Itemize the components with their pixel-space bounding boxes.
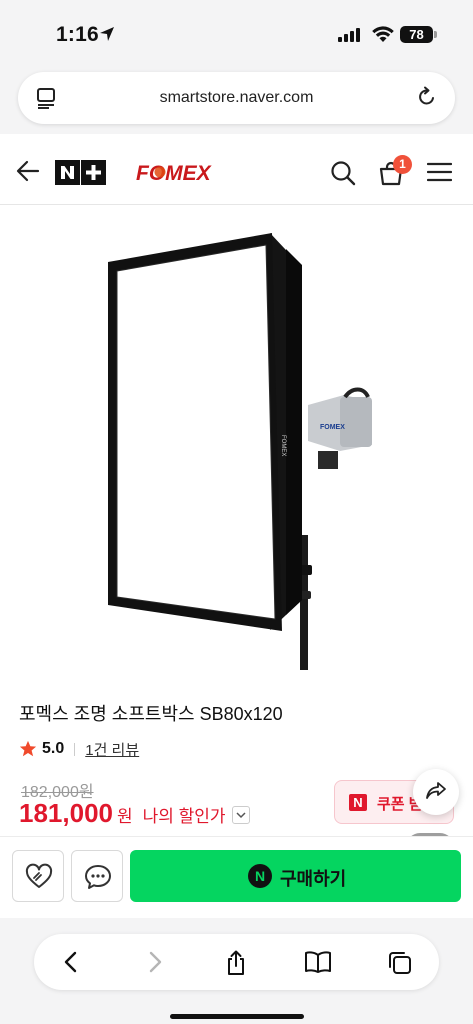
product-image[interactable]: FOMEX FOMEX 2 / 2 xyxy=(0,205,473,861)
back-arrow-icon[interactable] xyxy=(16,160,40,182)
chat-bubble-icon xyxy=(85,865,111,889)
cart-count-badge: 1 xyxy=(393,155,412,174)
hamburger-menu-icon[interactable] xyxy=(427,162,452,182)
heart-icon xyxy=(25,863,53,888)
lamp-label: FOMEX xyxy=(320,424,345,431)
bookmarks-book-icon[interactable] xyxy=(304,950,332,974)
rating-row: 5.0 1건 리뷰 xyxy=(19,738,139,760)
browser-back-icon[interactable] xyxy=(60,950,84,974)
address-bar[interactable]: smartstore.naver.com xyxy=(18,72,455,124)
price-currency: 원 xyxy=(116,807,133,826)
naver-plus-logo-mark xyxy=(55,160,106,185)
battery-cap xyxy=(434,31,437,38)
chevron-down-icon xyxy=(236,812,246,819)
review-count-link[interactable]: 1건 리뷰 xyxy=(85,739,139,760)
fomex-logo-text: FOMEX xyxy=(136,162,213,184)
svg-text:FOMEX: FOMEX xyxy=(280,435,286,456)
browser-forward-icon[interactable] xyxy=(142,950,166,974)
url-text[interactable]: smartstore.naver.com xyxy=(18,89,455,107)
status-bar: 1:16 78 xyxy=(0,0,473,68)
browser-share-icon[interactable] xyxy=(224,950,248,976)
buy-now-label: 구매하기 xyxy=(280,869,347,889)
share-icon xyxy=(426,782,446,799)
product-title: 포멕스 조명 소프트박스 SB80x120 xyxy=(19,704,283,724)
sale-price: 181,000 xyxy=(19,798,113,828)
fomex-logo[interactable]: FOMEX xyxy=(136,160,232,189)
rating-value: 5.0 xyxy=(42,740,65,757)
cellular-signal-icon xyxy=(338,28,360,42)
my-discount-price-label[interactable]: 나의 할인가 xyxy=(143,802,226,827)
fomex-logo-mark: FOMEX xyxy=(136,162,213,185)
battery-indicator: 78 xyxy=(400,26,433,43)
browser-address-area: smartstore.naver.com xyxy=(0,68,473,134)
coupon-naver-badge: N xyxy=(349,794,367,811)
naver-plus-logo[interactable] xyxy=(55,160,106,185)
browser-toolbar-pill xyxy=(34,934,439,990)
naver-pay-badge: N xyxy=(248,864,272,888)
search-icon[interactable] xyxy=(330,160,356,186)
wishlist-button[interactable] xyxy=(12,850,64,902)
wifi-icon xyxy=(372,26,394,42)
location-arrow-icon xyxy=(100,27,114,41)
home-indicator xyxy=(170,1014,304,1019)
star-icon xyxy=(19,740,37,757)
softbox-photo: FOMEX FOMEX xyxy=(108,233,372,670)
price-row: 181,000 원 나의 할인가 xyxy=(19,798,250,829)
discount-info-toggle[interactable] xyxy=(231,806,250,824)
purchase-bar: N 구매하기 xyxy=(0,836,473,919)
buy-now-button[interactable]: N 구매하기 xyxy=(130,850,461,902)
status-time: 1:16 xyxy=(56,23,99,46)
rating-divider xyxy=(74,742,76,756)
browser-toolbar xyxy=(0,918,473,1024)
tabs-overview-icon[interactable] xyxy=(387,950,413,976)
share-button[interactable] xyxy=(413,769,459,815)
talktalk-inquiry-button[interactable] xyxy=(71,850,123,902)
reload-icon[interactable] xyxy=(416,86,438,108)
